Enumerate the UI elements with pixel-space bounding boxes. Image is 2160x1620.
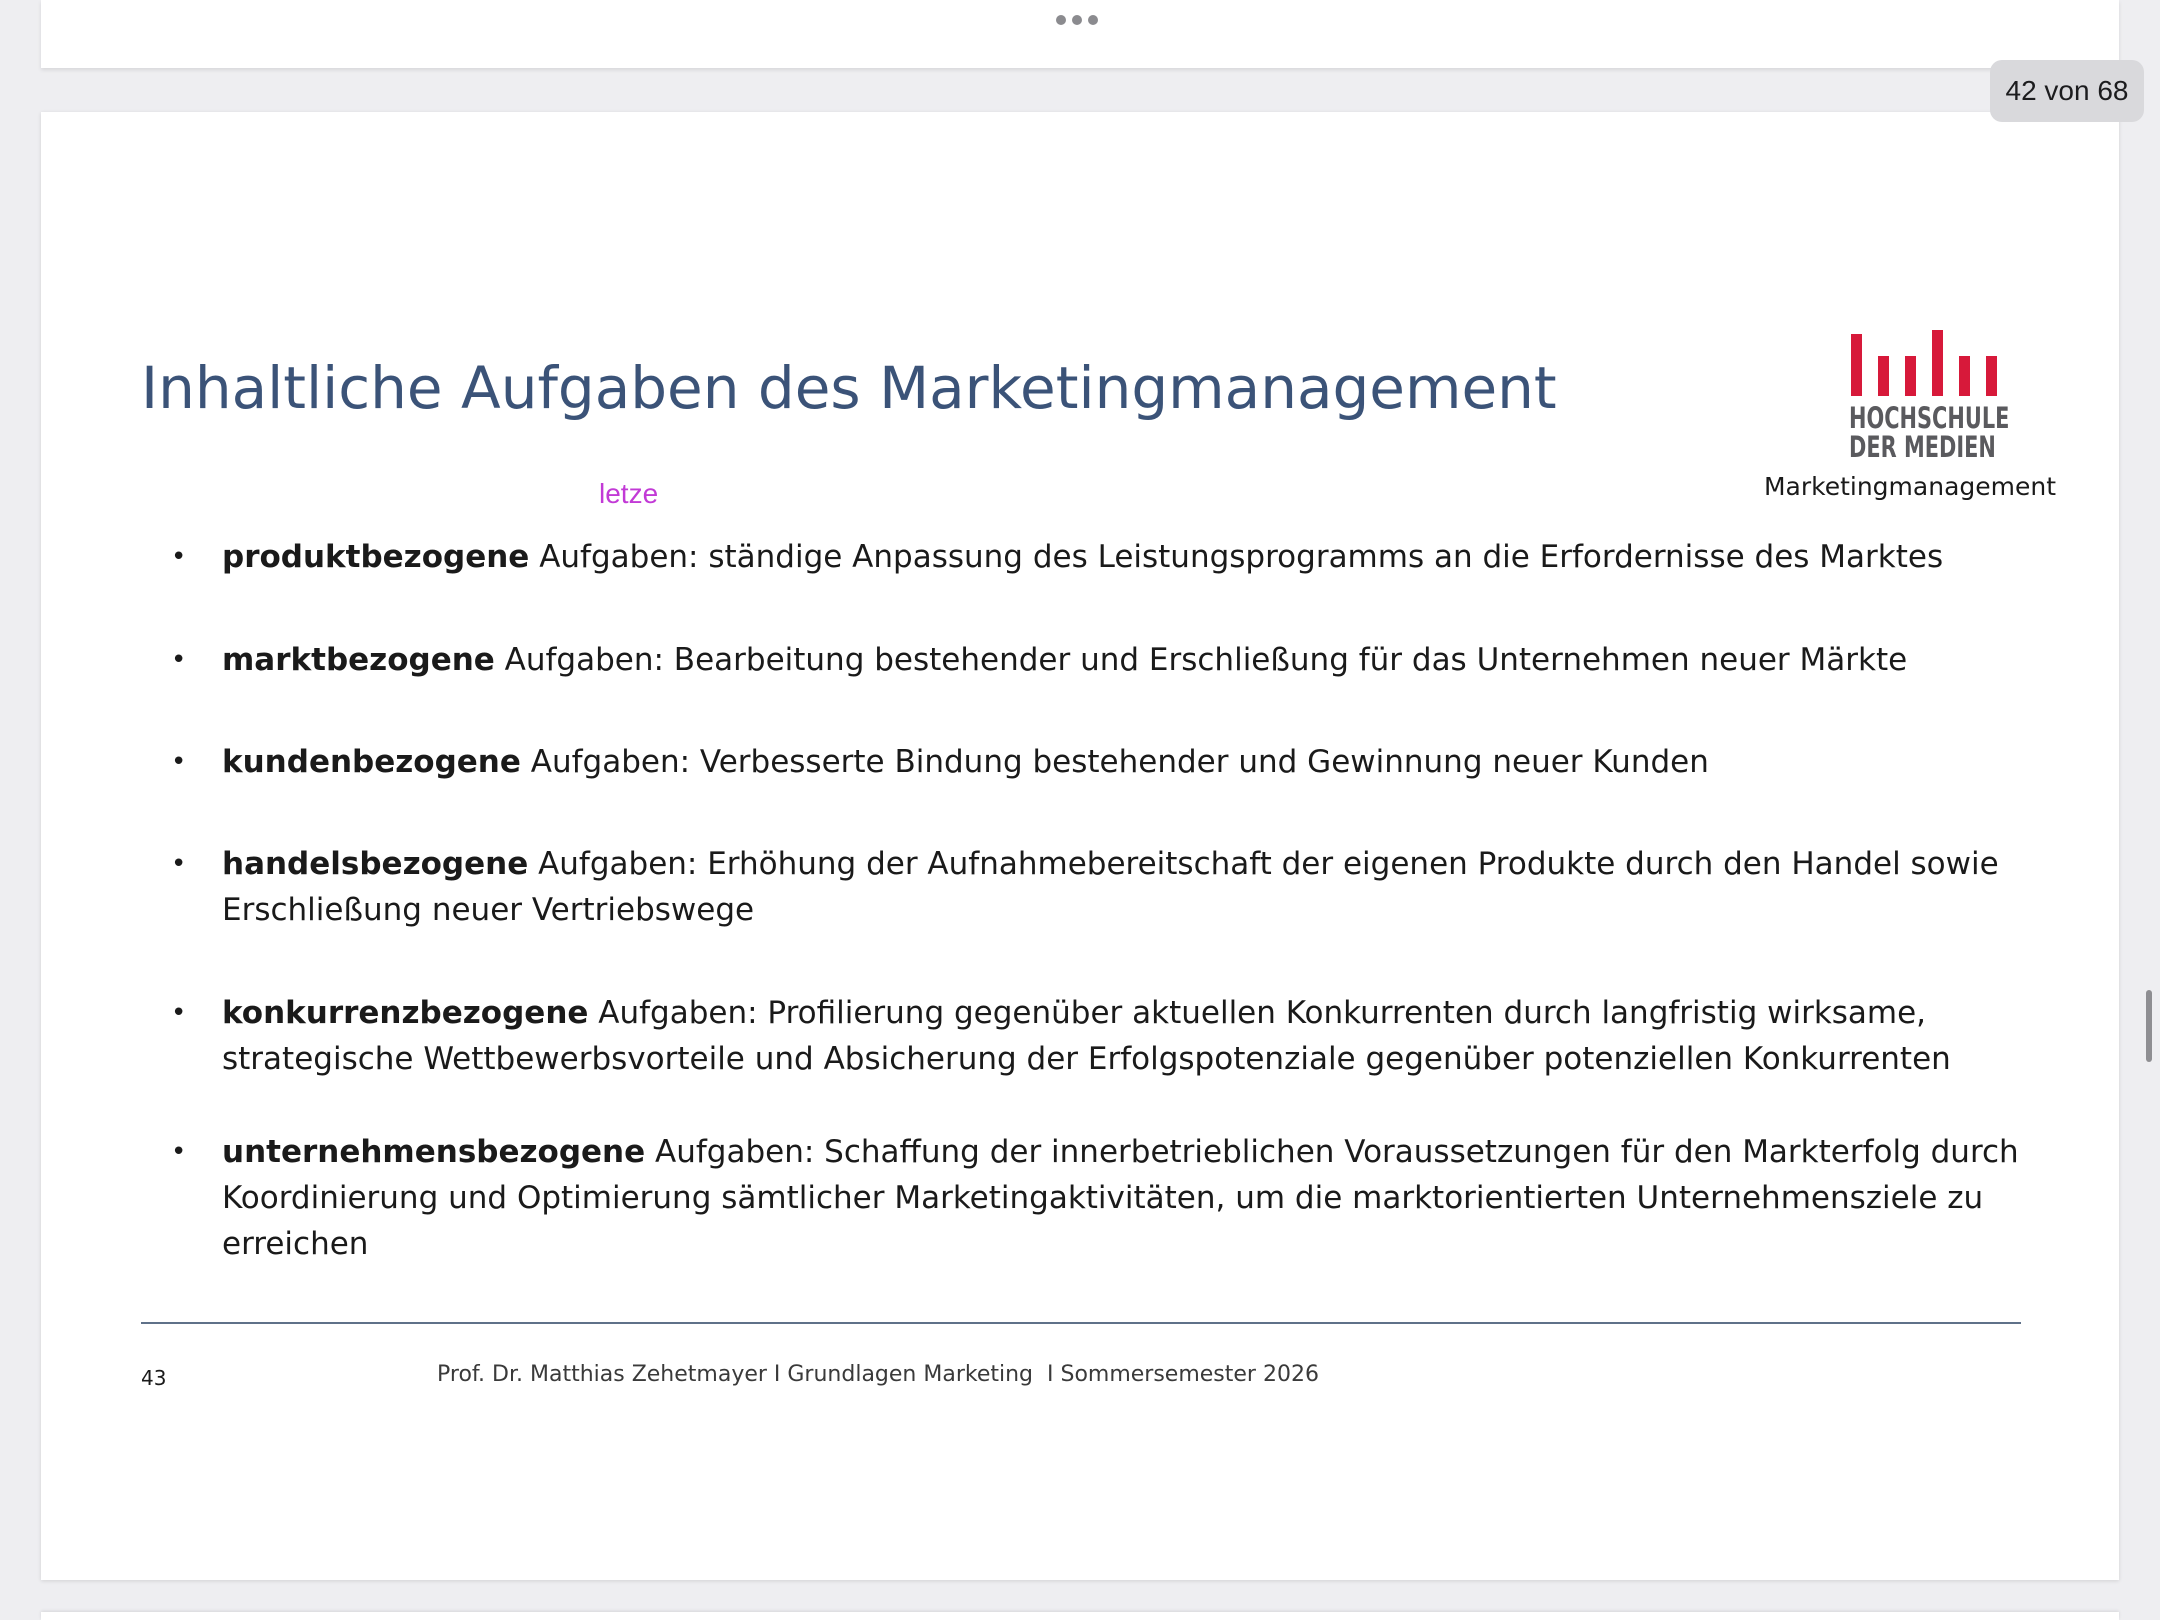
footer-text: Prof. Dr. Matthias Zehetmayer I Grundlag… — [437, 1362, 1319, 1387]
next-page — [41, 1612, 2119, 1620]
bullet-keyword: konkurrenzbezogene — [222, 995, 589, 1031]
previous-page — [41, 0, 2119, 68]
bullet-text: Aufgaben: Bearbeitung bestehender und Er… — [494, 642, 1908, 678]
page-indicator-badge: 42 von 68 — [1990, 60, 2144, 122]
bullet-keyword: produktbezogene — [222, 539, 530, 575]
bullet-icon: • — [171, 542, 187, 572]
footer-divider — [141, 1322, 2021, 1324]
bullet-icon: • — [171, 998, 187, 1028]
slide-page: Inhaltliche Aufgaben des Marketingmanage… — [41, 112, 2119, 1580]
bullet-keyword: unternehmensbezogene — [222, 1134, 646, 1170]
footer-page-number: 43 — [141, 1366, 167, 1390]
more-options-icon[interactable] — [1056, 12, 1098, 28]
handwritten-annotation[interactable]: letze — [599, 478, 658, 510]
bullet-keyword: handelsbezogene — [222, 846, 529, 882]
bullet-keyword: kundenbezogene — [222, 744, 521, 780]
dot — [1072, 15, 1082, 25]
bullet-keyword: marktbezogene — [222, 642, 495, 678]
dot — [1056, 15, 1066, 25]
vertical-scrollbar[interactable] — [2146, 990, 2152, 1062]
logo-line-2: DER MEDIEN — [1849, 430, 1996, 464]
bullet-icon: • — [171, 645, 187, 675]
bullet-text: Aufgaben: ständige Anpassung des Leistun… — [529, 539, 1944, 575]
logo-bars-icon — [1851, 330, 1999, 396]
bullet-text: Aufgaben: Verbesserte Bindung bestehende… — [520, 744, 1709, 780]
bullet-icon: • — [171, 1137, 187, 1167]
bullet-icon: • — [171, 747, 187, 777]
hdm-logo: HOCHSCHULE DER MEDIEN — [1809, 330, 2010, 464]
bullet-icon: • — [171, 849, 187, 879]
logo-caption: Marketingmanagement — [1763, 472, 2057, 501]
dot — [1088, 15, 1098, 25]
logo-wordmark: HOCHSCHULE DER MEDIEN — [1849, 401, 2010, 464]
logo-line-1: HOCHSCHULE — [1849, 401, 2010, 435]
slide-title: Inhaltliche Aufgaben des Marketingmanage… — [141, 354, 1557, 422]
